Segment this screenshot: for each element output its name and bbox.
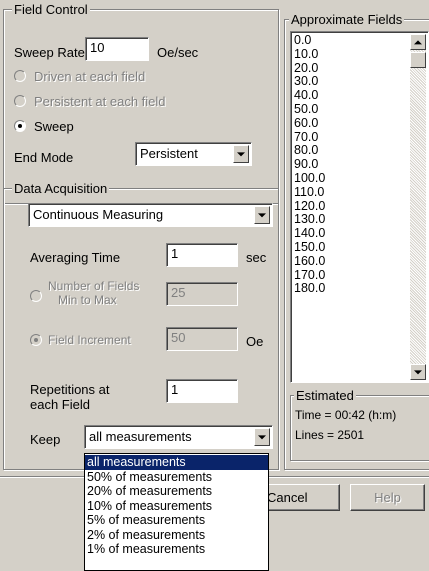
- averaging-time-unit: sec: [246, 250, 267, 265]
- field-increment-input[interactable]: 50: [166, 327, 238, 351]
- approximate-fields-list[interactable]: 0.0 10.0 20.0 30.0 40.0 50.0 60.0 70.0 80.0 90.0 1…: [290, 31, 429, 383]
- help-button[interactable]: Help: [350, 484, 425, 511]
- end-mode-label: End Mode: [14, 150, 74, 165]
- chevron-down-icon: [258, 213, 266, 218]
- keep-option[interactable]: 2% of measurements: [85, 528, 268, 543]
- estimated-lines: Lines = 2501: [295, 428, 365, 442]
- acquisition-mode-select[interactable]: Continuous Measuring: [28, 203, 273, 227]
- scroll-thumb[interactable]: [410, 52, 426, 68]
- sweep-radio[interactable]: [14, 120, 26, 132]
- chevron-down-icon: [237, 152, 245, 157]
- chevron-down-icon: [414, 370, 422, 375]
- keep-value: all measurements: [89, 429, 192, 444]
- sweep-rate-label: Sweep Rate: [14, 45, 85, 60]
- field-value-item[interactable]: 170.0: [294, 268, 325, 283]
- field-value-item[interactable]: 180.0: [294, 282, 325, 296]
- acquisition-mode-value: Continuous Measuring: [33, 207, 164, 222]
- field-value-item[interactable]: 60.0: [294, 116, 325, 131]
- field-value-item[interactable]: 0.0: [294, 33, 325, 48]
- averaging-time-label: Averaging Time: [30, 250, 121, 265]
- number-of-fields-input[interactable]: 25: [166, 282, 238, 306]
- scroll-up-button[interactable]: [410, 34, 426, 50]
- field-value-item[interactable]: 80.0: [294, 144, 325, 158]
- chevron-up-icon: [414, 40, 422, 45]
- field-increment-label: Field Increment: [48, 333, 131, 347]
- end-mode-value: Persistent: [140, 146, 198, 161]
- field-value-item[interactable]: 140.0: [294, 226, 325, 241]
- keep-dropdown-button[interactable]: [254, 428, 270, 446]
- keep-option[interactable]: 1% of measurements: [85, 542, 268, 557]
- field-control-legend: Field Control: [12, 2, 90, 17]
- field-value-item[interactable]: 70.0: [294, 130, 325, 145]
- number-of-fields-label-1: Number of Fields: [48, 279, 140, 293]
- driven-radio-label: Driven at each field: [34, 69, 146, 84]
- keep-select[interactable]: all measurements: [84, 425, 273, 449]
- field-value-item[interactable]: 130.0: [294, 213, 325, 227]
- number-of-fields-label-2: Min to Max: [58, 293, 117, 307]
- end-mode-dropdown-button[interactable]: [233, 145, 249, 163]
- scroll-down-button[interactable]: [410, 364, 426, 380]
- persistent-radio-label: Persistent at each field: [34, 94, 166, 109]
- field-value-item[interactable]: 150.0: [294, 240, 325, 255]
- cancel-button[interactable]: Cancel: [262, 484, 340, 511]
- averaging-time-input[interactable]: 1: [166, 243, 238, 267]
- field-value-item[interactable]: 110.0: [294, 185, 325, 200]
- keep-option[interactable]: 50% of measurements: [85, 470, 268, 485]
- approximate-fields-legend: Approximate Fields: [289, 12, 405, 27]
- driven-radio[interactable]: [14, 70, 26, 82]
- keep-option[interactable]: all measurements: [85, 455, 268, 470]
- field-value-item[interactable]: 100.0: [294, 171, 325, 186]
- persistent-radio[interactable]: [14, 95, 26, 107]
- field-increment-unit: Oe: [246, 334, 264, 349]
- sweep-radio-label: Sweep: [34, 119, 74, 134]
- keep-options: all measurements 50% of measurements 20% o…: [85, 454, 268, 557]
- keep-option[interactable]: 10% of measurements: [85, 499, 268, 514]
- field-value-item[interactable]: 50.0: [294, 102, 325, 117]
- field-value-item[interactable]: 10.0: [294, 47, 325, 62]
- chevron-down-icon: [258, 435, 266, 440]
- sweep-rate-unit: Oe/sec: [157, 45, 199, 60]
- keep-option[interactable]: 5% of measurements: [85, 513, 268, 528]
- estimated-legend: Estimated: [294, 388, 356, 403]
- field-value-item[interactable]: 160.0: [294, 254, 325, 269]
- estimated-time: Time = 00:42 (h:m): [295, 408, 397, 422]
- keep-label: Keep: [30, 432, 61, 447]
- field-value-item[interactable]: 40.0: [294, 88, 325, 103]
- repetitions-label-2: each Field: [30, 397, 90, 412]
- field-value-item[interactable]: 30.0: [294, 75, 325, 89]
- field-value-item[interactable]: 120.0: [294, 199, 325, 214]
- approximate-fields-items: 0.0 10.0 20.0 30.0 40.0 50.0 60.0 70.0 80.0 90.0 1…: [294, 33, 325, 296]
- repetitions-label-1: Repetitions at: [30, 382, 110, 397]
- field-increment-radio[interactable]: [30, 334, 42, 346]
- number-of-fields-radio[interactable]: [30, 290, 42, 302]
- field-value-item[interactable]: 90.0: [294, 157, 325, 172]
- keep-option[interactable]: 20% of measurements: [85, 484, 268, 499]
- field-value-item[interactable]: 20.0: [294, 61, 325, 76]
- end-mode-select[interactable]: Persistent: [135, 142, 252, 166]
- acquisition-mode-dropdown-button[interactable]: [254, 206, 270, 224]
- sweep-rate-input[interactable]: 10: [85, 37, 149, 61]
- repetitions-input[interactable]: 1: [166, 379, 238, 403]
- data-acquisition-legend: Data Acquisition: [12, 181, 110, 196]
- fields-scrollbar[interactable]: [410, 34, 426, 380]
- keep-dropdown-list[interactable]: all measurements 50% of measurements 20% o…: [84, 453, 269, 571]
